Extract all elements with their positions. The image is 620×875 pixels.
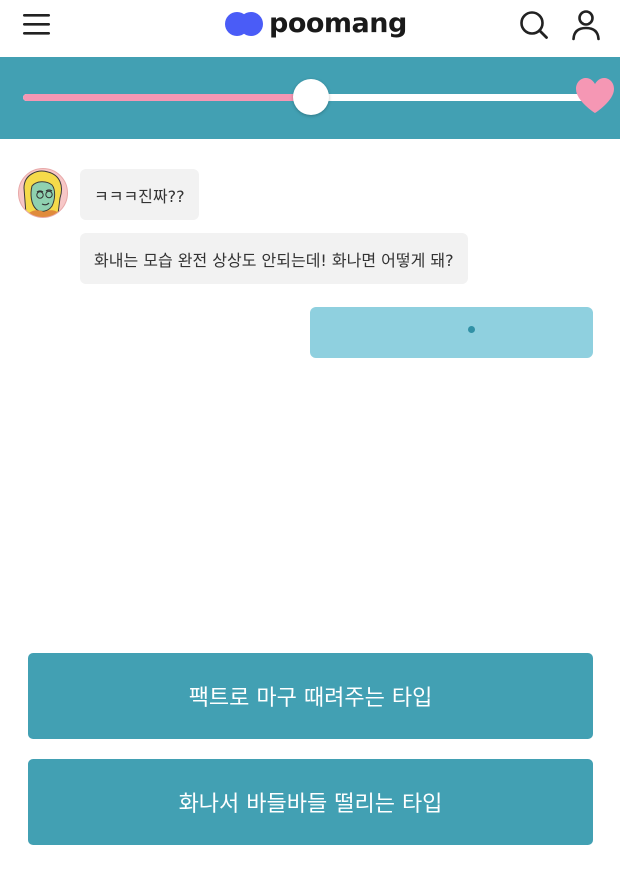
choice-label: 화나서 바들바들 떨리는 타입 (178, 792, 443, 817)
logo-text: poomang (269, 8, 407, 39)
poomang-logo[interactable]: poomang (224, 9, 407, 39)
choice-label: 팩트로 마구 때려주는 타입 (188, 686, 433, 711)
search-icon[interactable] (518, 9, 550, 41)
bot-message-bubble: 화내는 모습 완전 상상도 안되는데! 화나면 어떻게 돼? (80, 233, 468, 284)
bot-avatar (18, 168, 68, 218)
progress-fill (23, 94, 311, 101)
logo-mark-icon (225, 12, 263, 36)
bot-message-bubble: ㅋㅋㅋ진짜?? (80, 169, 199, 220)
progress-knob[interactable] (293, 79, 329, 115)
typing-dot (468, 326, 475, 333)
hamburger-menu-icon[interactable] (22, 11, 52, 37)
typing-indicator-bubble (310, 307, 593, 358)
choice-button-2[interactable]: 화나서 바들바들 떨리는 타입 (28, 759, 593, 845)
top-header: poomang (0, 0, 620, 57)
user-icon[interactable] (570, 9, 602, 41)
progress-band (0, 57, 620, 139)
message-text: 화내는 모습 완전 상상도 안되는데! 화나면 어떻게 돼? (94, 250, 454, 270)
heart-icon (574, 76, 616, 116)
choice-button-1[interactable]: 팩트로 마구 때려주는 타입 (28, 653, 593, 739)
message-text: ㅋㅋㅋ진짜?? (94, 186, 185, 206)
